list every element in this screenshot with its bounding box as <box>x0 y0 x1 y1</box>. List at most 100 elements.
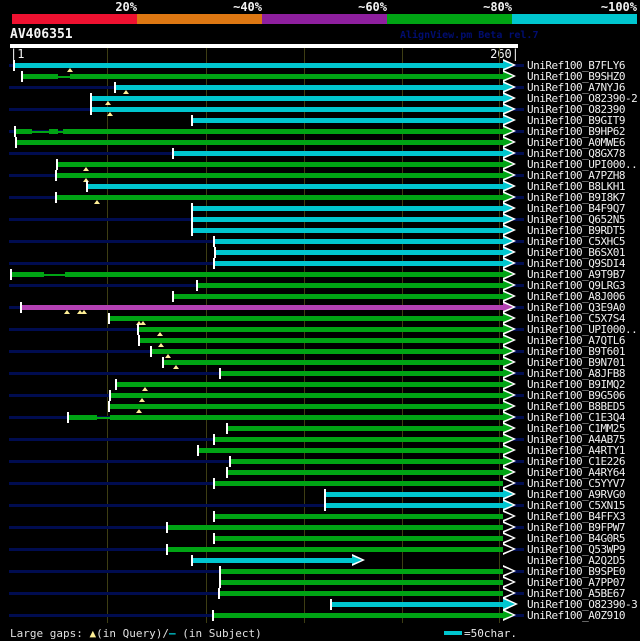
subject-arrow-fill <box>503 512 513 520</box>
alignment-bar[interactable] <box>56 195 503 200</box>
subject-arrow-fill <box>503 435 513 443</box>
alignment-bar[interactable] <box>109 404 503 409</box>
alignment-bar[interactable] <box>70 74 503 79</box>
alignment-bar[interactable] <box>173 151 503 156</box>
alignment-bar[interactable] <box>22 74 58 79</box>
alignment-start-tick <box>138 335 140 346</box>
alignment-bar[interactable] <box>21 305 503 310</box>
alignment-bar[interactable] <box>198 448 503 453</box>
alignment-start-tick <box>226 467 228 478</box>
alignment-bar[interactable] <box>87 184 503 189</box>
alignment-start-tick <box>166 522 168 533</box>
alignment-bar[interactable] <box>151 349 503 354</box>
alignment-bar[interactable] <box>91 96 503 101</box>
scale-label: ~80% <box>483 0 512 14</box>
subject-arrow-fill <box>503 292 513 300</box>
alignment-bar[interactable] <box>215 250 503 255</box>
subject-arrow-fill <box>503 611 513 619</box>
alignment-bar[interactable] <box>57 162 503 167</box>
query-gap-triangle-icon <box>142 387 148 391</box>
alignment-bar[interactable] <box>230 459 503 464</box>
alignment-start-tick <box>213 478 215 489</box>
subject-arrow-fill <box>503 589 513 597</box>
subject-arrow-fill <box>503 72 513 80</box>
alignment-bar[interactable] <box>220 371 503 376</box>
alignment-bar[interactable] <box>68 415 97 420</box>
subject-arrow-fill <box>503 171 513 179</box>
alignment-bar[interactable] <box>214 261 503 266</box>
alignment-bar[interactable] <box>192 118 503 123</box>
subject-arrow-fill <box>503 215 513 223</box>
scale-segment <box>512 14 637 24</box>
alignment-bar[interactable] <box>214 536 503 541</box>
query-gap-triangle-icon <box>94 200 100 204</box>
alignment-bar[interactable] <box>214 514 503 519</box>
alignment-bar[interactable] <box>49 129 58 134</box>
alignment-bar[interactable] <box>56 173 503 178</box>
gap-legend: Large gaps: ▲(in Query)/– (in Subject) <box>10 627 262 640</box>
alignment-bar[interactable] <box>214 239 503 244</box>
subject-arrow-fill <box>503 446 513 454</box>
alignment-bar[interactable] <box>15 129 32 134</box>
alignment-bar[interactable] <box>213 613 503 618</box>
alignment-start-tick <box>10 269 12 280</box>
alignment-start-tick <box>330 599 332 610</box>
alignment-bar[interactable] <box>197 283 503 288</box>
alignment-start-tick <box>191 115 193 126</box>
scale-label: ~100% <box>600 0 637 14</box>
subject-arrow-fill <box>503 61 513 69</box>
alignment-bar[interactable] <box>220 580 503 585</box>
alignment-bar[interactable] <box>192 217 503 222</box>
alignment-bar[interactable] <box>173 294 503 299</box>
alignment-bar[interactable] <box>110 415 503 420</box>
alignment-start-tick <box>90 104 92 115</box>
alignment-bar[interactable] <box>192 206 503 211</box>
alignment-bar[interactable] <box>139 338 503 343</box>
alignment-bar[interactable] <box>167 547 503 552</box>
alignment-bar[interactable] <box>65 272 503 277</box>
alignment-bar[interactable] <box>63 129 503 134</box>
alignment-bar[interactable] <box>163 360 503 365</box>
alignment-bar[interactable] <box>11 272 44 277</box>
subject-arrow-fill <box>503 270 513 278</box>
alignment-bar[interactable] <box>325 492 503 497</box>
alignment-bar[interactable] <box>220 569 503 574</box>
query-gap-triangle-icon <box>157 332 163 336</box>
query-gap-triangle-icon <box>158 343 164 347</box>
alignment-bar[interactable] <box>14 63 503 68</box>
alignment-bar[interactable] <box>16 140 503 145</box>
alignment-bar[interactable] <box>214 481 503 486</box>
alignment-bar[interactable] <box>325 503 503 508</box>
alignment-bar[interactable] <box>219 591 503 596</box>
alignment-start-tick <box>213 236 215 247</box>
alignment-bar[interactable] <box>109 316 503 321</box>
subject-arrow-fill <box>503 523 513 531</box>
alignment-start-tick <box>213 434 215 445</box>
subject-arrow-fill <box>503 149 513 157</box>
alignment-bar[interactable] <box>192 228 503 233</box>
alignment-bar[interactable] <box>91 107 503 112</box>
alignment-bar[interactable] <box>227 470 503 475</box>
subject-arrow-fill <box>503 204 513 212</box>
alignment-start-tick <box>137 324 139 335</box>
alignment-start-tick <box>196 280 198 291</box>
alignment-bar[interactable] <box>110 393 503 398</box>
subject-arrow-fill <box>503 116 513 124</box>
query-gap-triangle-icon <box>140 321 146 325</box>
row-label[interactable]: UniRef100_A0Z910 <box>527 610 625 621</box>
alignment-bar[interactable] <box>115 85 503 90</box>
alignment-bar[interactable] <box>192 558 352 563</box>
alignment-bar[interactable] <box>331 602 503 607</box>
gridline <box>107 48 108 623</box>
subject-arrow-fill <box>503 248 513 256</box>
alignment-bar[interactable] <box>138 327 503 332</box>
alignment-start-tick <box>191 555 193 566</box>
alignment-bar[interactable] <box>116 382 503 387</box>
alignment-bar[interactable] <box>227 426 503 431</box>
alignment-bar[interactable] <box>214 437 503 442</box>
query-ruler-bar <box>10 44 518 48</box>
alignment-start-tick <box>197 445 199 456</box>
alignment-bar[interactable] <box>167 525 503 530</box>
query-gap-triangle-icon <box>123 90 129 94</box>
alignment-start-tick <box>86 181 88 192</box>
